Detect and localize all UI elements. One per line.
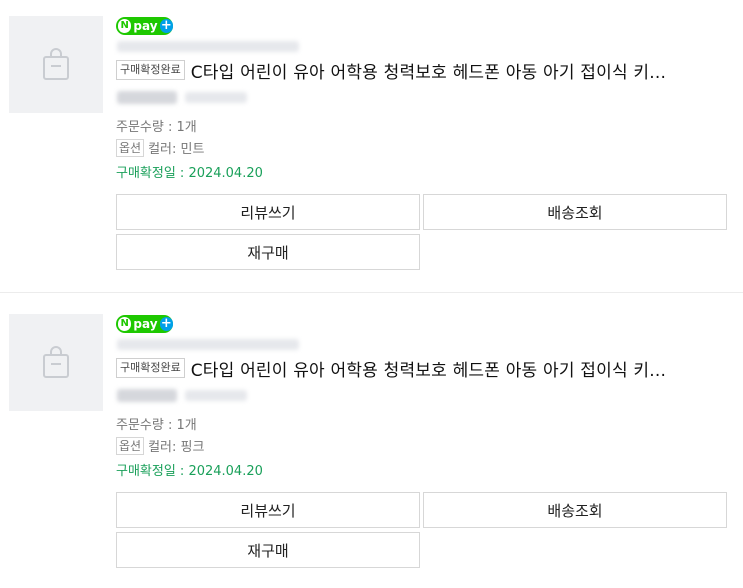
option-value: 컬러: 핑크 <box>148 440 205 455</box>
product-title[interactable]: C타입 어린이 유아 어학용 청력보호 헤드폰 아동 아기 접이식 키... <box>191 356 666 381</box>
product-thumbnail[interactable] <box>9 16 103 113</box>
write-review-button[interactable]: 리뷰쓰기 <box>116 492 420 528</box>
npay-label: pay <box>133 19 158 33</box>
order-item: N pay + 구매확정완료 C타입 어린이 유아 어학용 청력보호 헤드폰 아… <box>0 298 743 588</box>
option-tag: 옵션 <box>116 138 145 157</box>
order-item: N pay + 구매확정완료 C타입 어린이 유아 어학용 청력보호 헤드폰 아… <box>0 0 743 290</box>
shopping-bag-icon <box>43 47 69 80</box>
product-title[interactable]: C타입 어린이 유아 어학용 청력보호 헤드폰 아동 아기 접이식 키... <box>191 58 666 83</box>
purchase-confirm-date: 구매확정일 : 2024.04.20 <box>116 464 263 479</box>
plus-icon: + <box>159 316 173 331</box>
order-quantity: 주문수량 : 1개 <box>116 418 197 433</box>
blurred-price <box>117 91 177 104</box>
track-shipping-button[interactable]: 배송조회 <box>423 492 727 528</box>
npay-plus-badge: N pay + <box>116 17 173 35</box>
naver-n-icon: N <box>118 19 132 33</box>
rebuy-button[interactable]: 재구매 <box>116 532 420 568</box>
blurred-price <box>117 389 177 402</box>
npay-label: pay <box>133 317 158 331</box>
order-option: 옵션 컬러: 핑크 <box>116 436 204 455</box>
plus-icon: + <box>159 18 173 33</box>
blurred-price-detail <box>185 390 247 401</box>
blurred-seller-info <box>117 41 299 52</box>
option-value: 컬러: 민트 <box>148 142 205 157</box>
order-option: 옵션 컬러: 민트 <box>116 138 204 157</box>
naver-n-icon: N <box>118 317 132 331</box>
rebuy-button[interactable]: 재구매 <box>116 234 420 270</box>
blurred-seller-info <box>117 339 299 350</box>
option-tag: 옵션 <box>116 436 145 455</box>
write-review-button[interactable]: 리뷰쓰기 <box>116 194 420 230</box>
purchase-confirm-date: 구매확정일 : 2024.04.20 <box>116 166 263 181</box>
product-title-row[interactable]: 구매확정완료 C타입 어린이 유아 어학용 청력보호 헤드폰 아동 아기 접이식… <box>116 356 666 381</box>
product-thumbnail[interactable] <box>9 314 103 411</box>
status-badge: 구매확정완료 <box>116 358 185 378</box>
track-shipping-button[interactable]: 배송조회 <box>423 194 727 230</box>
product-title-row[interactable]: 구매확정완료 C타입 어린이 유아 어학용 청력보호 헤드폰 아동 아기 접이식… <box>116 58 666 83</box>
order-divider <box>0 292 743 293</box>
npay-plus-badge: N pay + <box>116 315 173 333</box>
blurred-price-detail <box>185 92 247 103</box>
status-badge: 구매확정완료 <box>116 60 185 80</box>
order-quantity: 주문수량 : 1개 <box>116 120 197 135</box>
shopping-bag-icon <box>43 345 69 378</box>
